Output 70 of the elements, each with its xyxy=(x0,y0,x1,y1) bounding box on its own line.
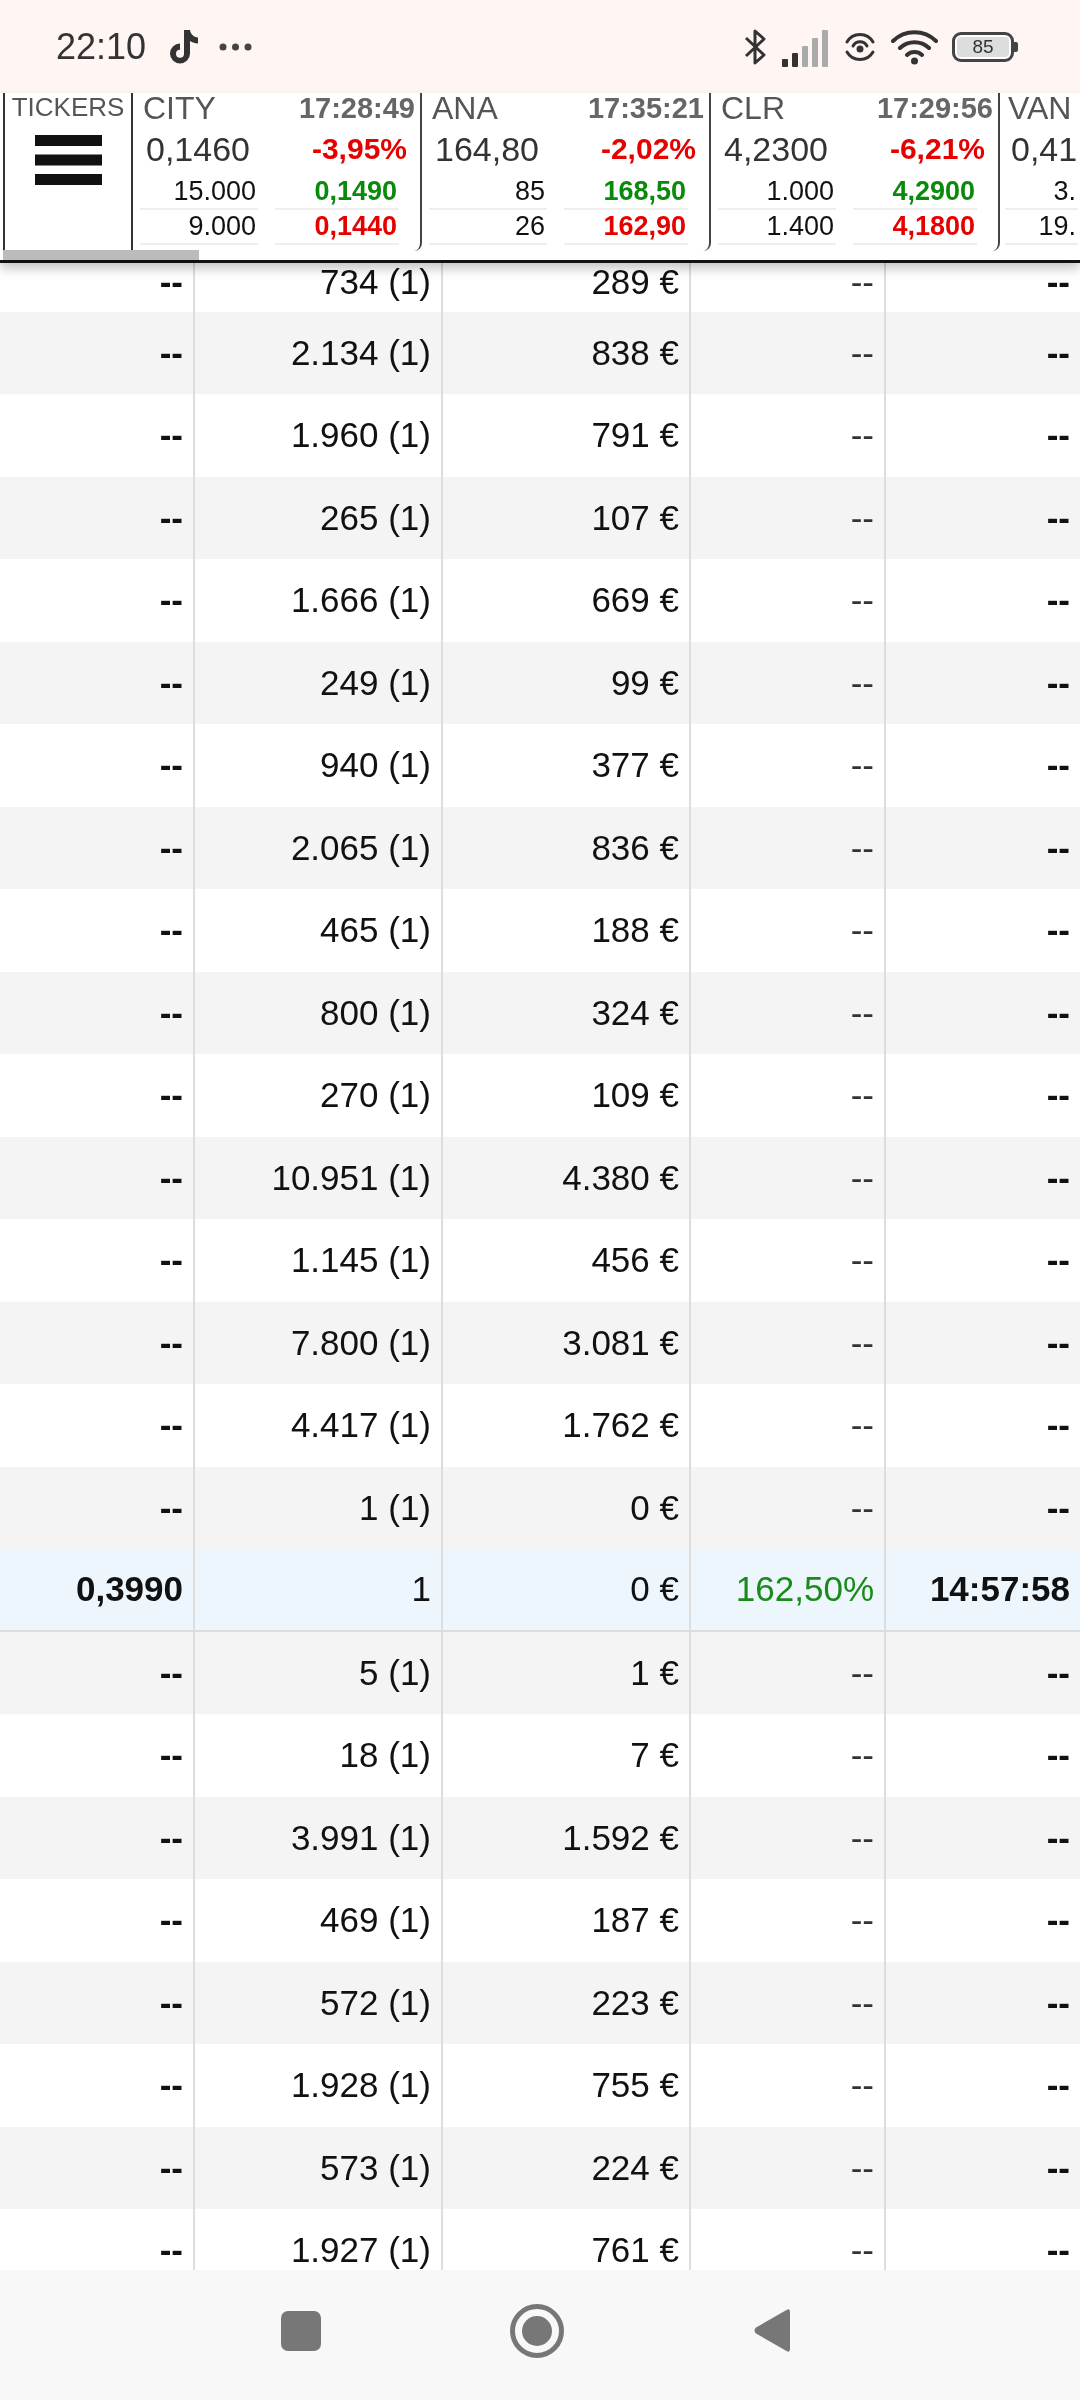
table-cell-text: -- xyxy=(158,1404,184,1447)
table-cell-text: -- xyxy=(158,1156,184,1199)
more-dots-icon xyxy=(219,42,253,51)
table-cell-text: -- xyxy=(158,331,184,374)
last-price: 0,41 xyxy=(1010,129,1078,170)
table-cell: 1 xyxy=(193,1549,441,1630)
price-change: -6,21% xyxy=(889,131,986,167)
table-cell-text: -- xyxy=(158,579,184,622)
table-cell-text: -- xyxy=(158,263,184,303)
order-price: 162,90 xyxy=(564,210,688,245)
clock-time: 22:10 xyxy=(56,26,147,67)
ticker-symbol: VAN xyxy=(1007,93,1072,123)
price-change: -2,02% xyxy=(600,131,697,167)
table-cell-text: -- xyxy=(158,2146,184,2189)
menu-icon xyxy=(34,135,102,185)
back-icon[interactable] xyxy=(753,2308,791,2354)
table-cell-text: -- xyxy=(158,1899,184,1942)
ticker-card[interactable]: CITY 17:28:49 0,1460 -3,95% 15.000 0,1490 9.000 0,1440 xyxy=(133,93,422,251)
table-cell-text: -- xyxy=(158,744,184,787)
order-quantity: 1.400 xyxy=(718,210,836,245)
table-cell-text: -- xyxy=(158,1239,184,1282)
last-price: 0,1460 xyxy=(145,129,250,170)
bluetooth-icon xyxy=(744,27,768,66)
order-quantity: 3. xyxy=(1005,175,1078,210)
recents-icon[interactable] xyxy=(281,2310,321,2351)
order-quantity: 1.000 xyxy=(718,175,836,210)
table-cell-text: -- xyxy=(158,1074,184,1117)
quote-time: 17:35:21 xyxy=(587,93,704,123)
order-quantity: 9.000 xyxy=(140,210,258,245)
quote-time: 17:28:49 xyxy=(298,93,415,123)
battery-indicator: 85 xyxy=(952,31,1018,62)
table-cell-text: -- xyxy=(158,1321,184,1364)
ticker-symbol: ANA xyxy=(431,93,498,123)
ticker-card[interactable]: CLR 17:29:56 4,2300 -6,21% 1.000 4,2900 1.400 4,1800 xyxy=(711,93,1000,251)
order-price: 0,1490 xyxy=(275,175,399,210)
price-change: -3,95% xyxy=(311,131,408,167)
table-cell: 0 € xyxy=(441,1549,689,1630)
table-cell-text: -- xyxy=(158,1651,184,1694)
table-cell-text: -- xyxy=(158,2229,184,2270)
table-cell-text: -- xyxy=(158,661,184,704)
table-cell-text: -- xyxy=(158,1816,184,1859)
ticker-card[interactable]: ANA 17:35:21 164,80 -2,02% 85 168,50 26 162,90 xyxy=(422,93,711,251)
tickers-menu-button[interactable]: TICKERS xyxy=(3,93,133,251)
order-price: 4,2900 xyxy=(853,175,977,210)
table-cell-text: -- xyxy=(158,1981,184,2024)
ticker-symbol: CLR xyxy=(720,93,785,123)
order-quantity: 19. xyxy=(1005,210,1078,245)
order-quantity: 26 xyxy=(429,210,547,245)
ticker-symbol: CITY xyxy=(142,93,216,123)
order-quantity: 85 xyxy=(429,175,547,210)
order-quantity: 15.000 xyxy=(140,175,258,210)
table-cell: 162,50% xyxy=(689,1549,884,1630)
order-price: 0,1440 xyxy=(275,210,399,245)
home-icon[interactable] xyxy=(510,2303,564,2358)
table-cell-text: -- xyxy=(158,1734,184,1777)
table-cell-text: -- xyxy=(158,909,184,952)
order-price: 168,50 xyxy=(564,175,688,210)
table-cell-text: -- xyxy=(158,991,184,1034)
table-cell-text: -- xyxy=(158,414,184,457)
quote-time: 17:29:56 xyxy=(876,93,993,123)
table-cell-text: -- xyxy=(158,496,184,539)
last-price: 4,2300 xyxy=(723,129,828,170)
table-cell: 14:57:58 xyxy=(884,1549,1080,1630)
last-price: 164,80 xyxy=(434,129,539,170)
table-cell-text: -- xyxy=(158,2064,184,2107)
table-cell-text: 0,3990 xyxy=(74,1568,184,1611)
table-cell-text: -- xyxy=(158,1486,184,1529)
wifi-icon xyxy=(891,28,938,65)
table-cell-text: -- xyxy=(158,826,184,869)
order-price: 4,1800 xyxy=(853,210,977,245)
